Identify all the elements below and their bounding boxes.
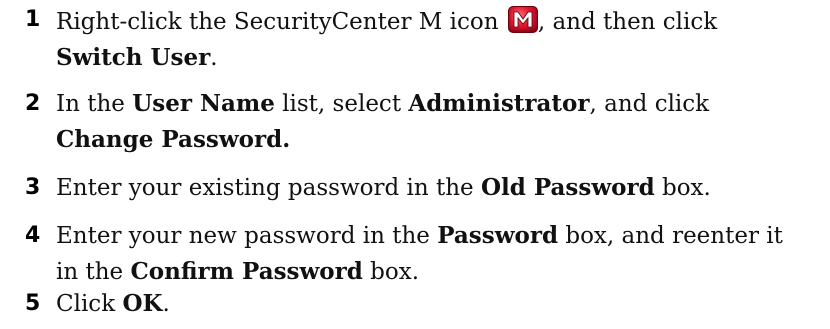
- step-text-part: In the: [56, 91, 133, 117]
- step-number: 3: [25, 175, 41, 200]
- step-number: 5: [25, 291, 41, 316]
- step-text-part: box, and reenter it: [558, 223, 783, 249]
- ui-term-user-name: User Name: [132, 90, 275, 117]
- step-text: Click OK.: [56, 286, 796, 322]
- step-text-part: Enter your existing password in the: [56, 175, 481, 201]
- step-text-part: box.: [654, 175, 711, 201]
- step-text: Right-click the SecurityCenter M icon , …: [56, 2, 796, 76]
- step-text-part: Enter your new password in the: [56, 223, 438, 249]
- step-text: Enter your existing password in the Old …: [56, 170, 796, 206]
- ui-term-ok: OK: [122, 290, 163, 317]
- step-text: In the User Name list, select Administra…: [56, 86, 796, 158]
- mcafee-m-icon: [507, 6, 538, 33]
- ui-term-administrator: Administrator: [408, 90, 590, 117]
- step-text-part: in the: [56, 259, 131, 285]
- step-text-part: .: [162, 291, 170, 317]
- ui-term-password: Password: [437, 222, 559, 249]
- step-text-part: Right-click the SecurityCenter M icon: [56, 9, 506, 35]
- ui-term-switch-user: Switch User: [56, 44, 211, 71]
- step-text: Enter your new password in the Password …: [56, 218, 796, 290]
- step-text-part: .: [210, 45, 218, 71]
- step-text-part: box.: [362, 259, 420, 285]
- step-text-part: , and then click: [537, 9, 718, 35]
- ui-term-change-password: Change Password.: [56, 126, 291, 153]
- step-number: 1: [25, 7, 41, 32]
- step-text-part: list, select: [274, 91, 409, 117]
- ui-term-old-password: Old Password: [480, 174, 655, 201]
- step-text-part: Click: [56, 291, 123, 317]
- ui-term-confirm-password: Confirm Password: [130, 258, 363, 285]
- step-text-part: , and click: [589, 91, 710, 117]
- step-number: 4: [25, 223, 41, 248]
- step-number: 2: [25, 91, 41, 116]
